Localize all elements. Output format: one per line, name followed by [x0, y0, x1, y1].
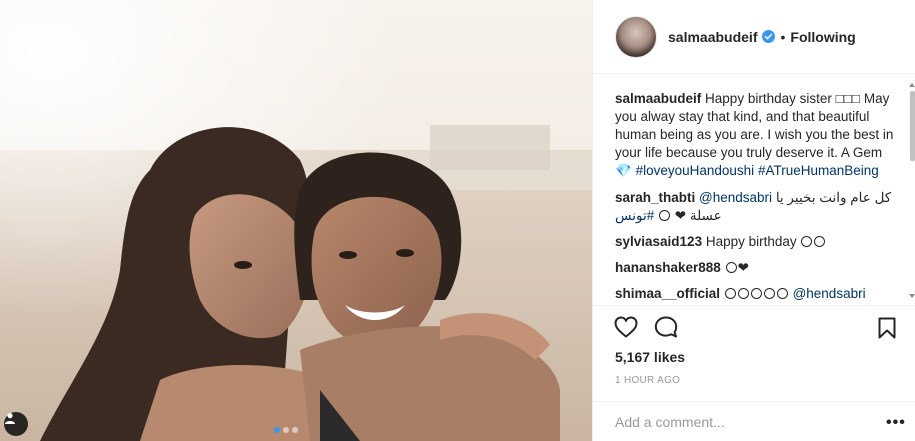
heart-emoji-icon: ❤ — [674, 208, 687, 223]
comment-username[interactable]: shimaa__official — [615, 286, 720, 301]
smiley-emoji-icon — [776, 288, 788, 299]
smiley-emoji-icon — [763, 288, 775, 299]
add-comment-bar: ••• — [593, 401, 915, 441]
list-item: sylviasaid123 Happy birthday — [615, 233, 896, 251]
comment-mention[interactable]: @hendsabri — [699, 190, 772, 205]
comment-username[interactable]: sarah_thabti — [615, 190, 695, 205]
verified-badge-icon — [762, 30, 776, 43]
person-tag-icon[interactable] — [4, 412, 28, 436]
list-item: sarah_thabti @hendsabri كل عام وانت بخيي… — [615, 189, 896, 225]
list-item: hananshaker888 ❤ — [615, 259, 896, 277]
post-header: salmaabudeif • Following — [593, 0, 915, 74]
post-actions: 5,167 likes 1 HOUR AGO ••• — [593, 305, 915, 441]
post-timestamp[interactable]: 1 HOUR AGO — [615, 375, 680, 386]
smiley-emoji-icon — [737, 288, 749, 299]
list-item: shimaa__official @hendsabri — [615, 285, 896, 303]
post-detail-panel: salmaabudeif • Following salmaabudeif Ha… — [592, 0, 915, 441]
carousel-dot — [292, 427, 298, 433]
smiley-emoji-icon — [801, 236, 813, 247]
save-glyph — [878, 317, 896, 339]
header-separator: • — [780, 28, 786, 45]
comment-username[interactable]: hananshaker888 — [615, 260, 721, 275]
smiley-emoji-icon — [750, 288, 762, 299]
like-count[interactable]: 5,167 likes — [615, 349, 685, 365]
person-tag-glyph — [5, 413, 15, 424]
comment-username[interactable]: sylviasaid123 — [615, 234, 702, 249]
scroll-up-arrow-icon[interactable] — [909, 83, 915, 87]
like-glyph — [614, 316, 638, 338]
comments-scrollbar[interactable] — [909, 75, 915, 305]
post-photo[interactable] — [0, 0, 592, 441]
scroll-down-arrow-icon[interactable] — [909, 294, 915, 298]
comment-hashtag[interactable]: #تونس — [615, 208, 654, 223]
caption-hashtag[interactable]: #loveyouHandoushi — [636, 163, 755, 178]
smiley-emoji-icon — [725, 262, 737, 273]
carousel-dot — [283, 427, 289, 433]
comment-mention[interactable]: @hendsabri — [793, 286, 866, 301]
speech-bubble-icon[interactable] — [654, 316, 678, 343]
following-button[interactable]: Following — [790, 29, 855, 45]
caption: salmaabudeif Happy birthday sister □□□ M… — [615, 90, 896, 180]
action-icons — [614, 316, 678, 343]
smiley-emoji-icon — [724, 288, 736, 299]
comment-glyph — [654, 316, 678, 338]
comment-input[interactable] — [615, 412, 865, 432]
smiley-emoji-icon — [658, 210, 670, 221]
header-username[interactable]: salmaabudeif — [668, 29, 757, 45]
carousel-indicator — [274, 427, 298, 433]
photo-illustration — [0, 0, 592, 441]
heart-outline-icon[interactable] — [614, 316, 638, 343]
comment-text: Happy birthday — [705, 234, 797, 249]
heart-emoji-icon: ❤ — [737, 260, 749, 275]
more-options-button[interactable]: ••• — [886, 414, 906, 432]
caption-hashtag[interactable]: #ATrueHumanBeing — [758, 163, 879, 178]
checkmark-glyph — [765, 33, 773, 40]
smiley-emoji-icon — [814, 236, 826, 247]
avatar[interactable] — [615, 15, 657, 58]
carousel-dot-active — [274, 427, 280, 433]
scroll-thumb[interactable] — [910, 91, 915, 161]
comments-list[interactable]: salmaabudeif Happy birthday sister □□□ M… — [593, 75, 915, 305]
caption-username[interactable]: salmaabudeif — [615, 91, 701, 106]
bookmark-icon[interactable] — [878, 317, 896, 344]
